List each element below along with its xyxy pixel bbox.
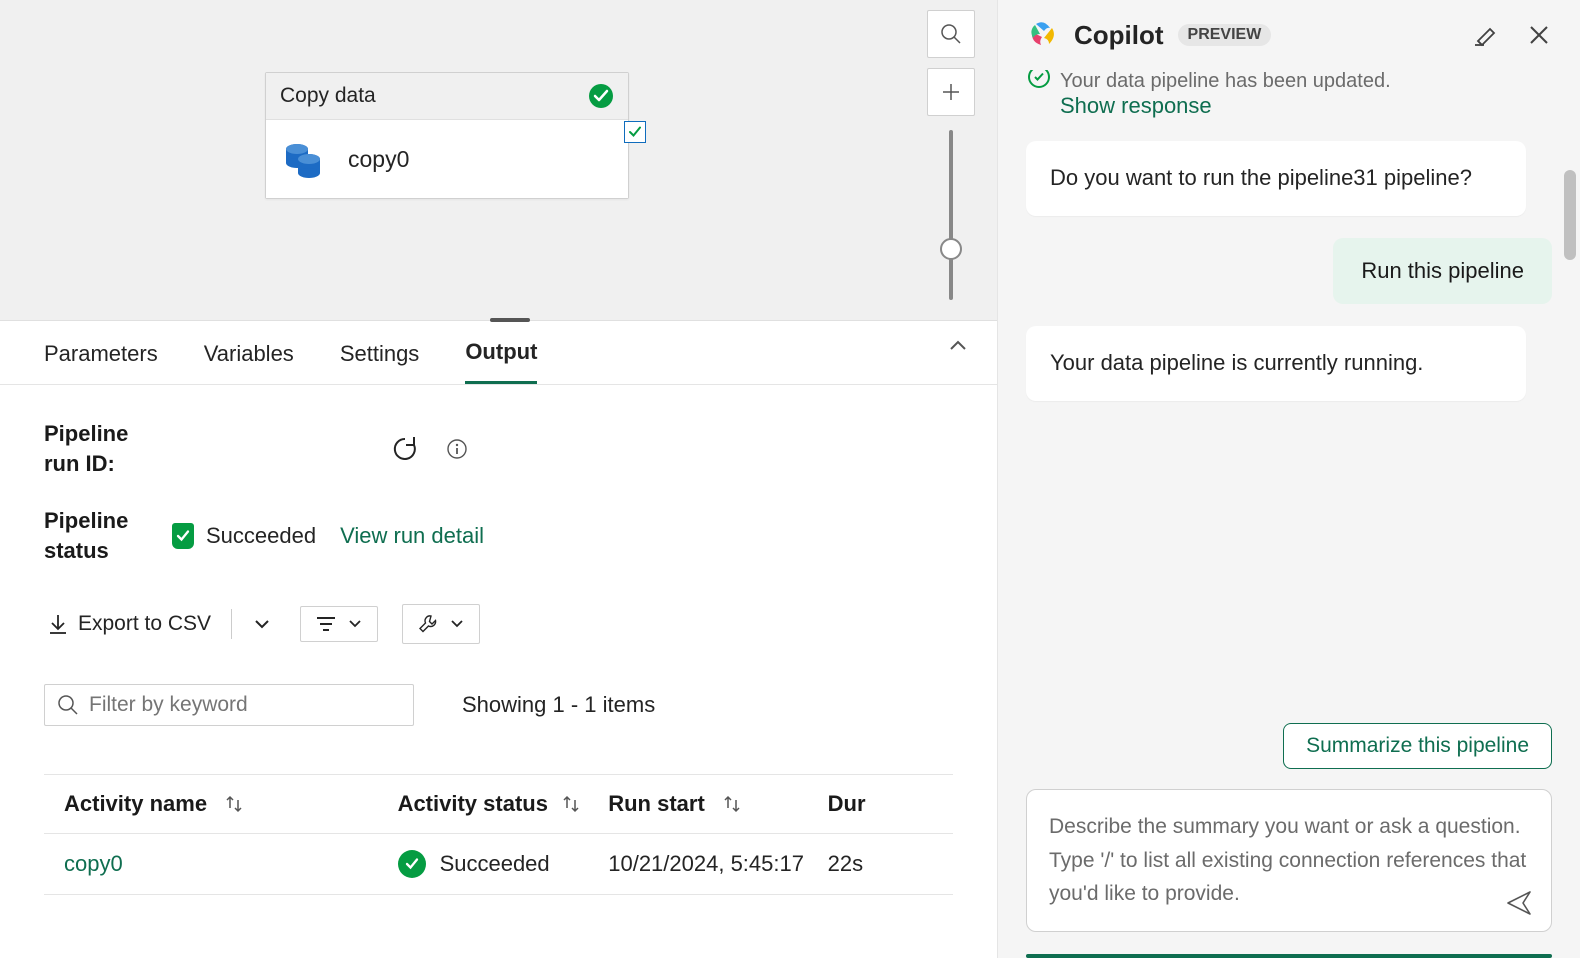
main-pane: Copy data — [0, 0, 997, 958]
sort-icon[interactable] — [723, 794, 741, 814]
show-response-link[interactable]: Show response — [1060, 93, 1391, 119]
activity-status-cell: Succeeded — [440, 851, 550, 877]
chevron-down-icon — [347, 616, 363, 632]
copilot-logo-icon — [1026, 18, 1060, 52]
properties-tabs: Parameters Variables Settings Output — [0, 321, 997, 385]
customize-columns-button[interactable] — [402, 604, 480, 644]
search-canvas-button[interactable] — [927, 10, 975, 58]
info-icon[interactable] — [446, 438, 468, 460]
view-run-detail-link[interactable]: View run detail — [340, 523, 484, 549]
send-button[interactable] — [1505, 889, 1533, 917]
status-text: Succeeded — [206, 523, 316, 549]
col-duration[interactable]: Dur — [828, 791, 866, 817]
zoom-in-button[interactable] — [927, 68, 975, 116]
table-row[interactable]: copy0 Succeeded 10/21/2024, 5:45:17 22s — [44, 834, 953, 895]
filter-keyword-input[interactable] — [89, 693, 401, 717]
status-chip: Succeeded — [172, 523, 316, 549]
properties-panel: Parameters Variables Settings Output Pip… — [0, 320, 997, 958]
success-circle-icon — [398, 850, 426, 878]
export-dropdown-button[interactable] — [248, 612, 276, 636]
filter-keyword-input-wrapper[interactable] — [44, 684, 414, 726]
pipeline-canvas[interactable]: Copy data — [0, 0, 997, 320]
export-csv-label: Export to CSV — [78, 612, 211, 636]
truncated-update-msg: Your data pipeline has been updated. — [1060, 70, 1391, 93]
filter-columns-button[interactable] — [300, 606, 378, 642]
filter-lines-icon — [315, 615, 337, 633]
suggestion-chip[interactable]: Summarize this pipeline — [1283, 723, 1552, 769]
success-connector-handle[interactable] — [624, 121, 646, 143]
copilot-header: Copilot PREVIEW — [998, 0, 1580, 70]
close-copilot-button[interactable] — [1526, 21, 1552, 49]
activity-card-header: Copy data — [266, 73, 628, 120]
chevron-down-icon — [449, 616, 465, 632]
input-progress-bar — [1026, 954, 1552, 958]
toolbar-divider — [231, 609, 232, 639]
run-id-row: Pipeline run ID: — [44, 419, 953, 478]
tab-output[interactable]: Output — [465, 339, 537, 384]
run-id-label: Pipeline run ID: — [44, 419, 154, 478]
output-body: Pipeline run ID: Pipeline status Succeed… — [0, 385, 997, 895]
tab-variables[interactable]: Variables — [204, 341, 294, 383]
sort-icon[interactable] — [225, 794, 243, 814]
preview-badge: PREVIEW — [1178, 24, 1272, 46]
showing-count: Showing 1 - 1 items — [462, 692, 655, 718]
run-start-cell: 10/21/2024, 5:45:17 — [608, 851, 804, 877]
refresh-icon[interactable] — [390, 434, 420, 464]
copy-data-activity-card[interactable]: Copy data — [265, 72, 629, 199]
assistant-message: Your data pipeline is currently running. — [1026, 326, 1526, 401]
filter-row: Showing 1 - 1 items — [44, 684, 953, 726]
zoom-slider[interactable] — [949, 130, 953, 300]
collapse-panel-button[interactable] — [947, 335, 969, 357]
assistant-message: Do you want to run the pipeline31 pipeli… — [1026, 141, 1526, 216]
col-activity-status[interactable]: Activity status — [398, 791, 548, 817]
activity-name-label: copy0 — [348, 146, 409, 173]
duration-cell: 22s — [828, 851, 863, 877]
copilot-title: Copilot — [1074, 20, 1164, 51]
shield-check-icon — [172, 523, 194, 549]
user-action-message: Run this pipeline — [1333, 238, 1552, 304]
scrollbar-thumb[interactable] — [1564, 170, 1576, 260]
table-header: Activity name Activity status Run start … — [44, 775, 953, 834]
sort-icon[interactable] — [562, 794, 580, 814]
database-copy-icon — [282, 138, 324, 180]
tab-settings[interactable]: Settings — [340, 341, 420, 383]
suggestion-row: Summarize this pipeline — [998, 723, 1580, 789]
success-status-icon — [588, 83, 614, 109]
copilot-input-placeholder: Describe the summary you want or ask a q… — [1049, 810, 1529, 911]
activity-name-cell[interactable]: copy0 — [64, 851, 123, 877]
check-circle-icon — [1028, 70, 1050, 88]
status-row: Pipeline status Succeeded View run detai… — [44, 506, 953, 565]
activities-table: Activity name Activity status Run start … — [44, 774, 953, 895]
status-message-row: Your data pipeline has been updated. Sho… — [1026, 70, 1552, 119]
export-csv-button[interactable]: Export to CSV — [44, 606, 215, 642]
copilot-panel: Copilot PREVIEW Your data pipeline has b… — [997, 0, 1580, 958]
wrench-icon — [417, 613, 439, 635]
activity-card-body: copy0 — [266, 120, 628, 198]
output-toolbar: Export to CSV — [44, 604, 953, 644]
activity-type-label: Copy data — [280, 84, 376, 108]
chat-scrollbar[interactable] — [1564, 170, 1576, 723]
search-icon — [57, 694, 79, 716]
col-run-start[interactable]: Run start — [608, 791, 705, 817]
col-activity-name[interactable]: Activity name — [64, 791, 207, 817]
download-icon — [48, 613, 68, 635]
canvas-controls — [927, 10, 975, 300]
tab-parameters[interactable]: Parameters — [44, 341, 158, 383]
copilot-input[interactable]: Describe the summary you want or ask a q… — [1026, 789, 1552, 932]
status-label: Pipeline status — [44, 506, 154, 565]
chat-area: Your data pipeline has been updated. Sho… — [998, 70, 1580, 723]
zoom-slider-thumb[interactable] — [940, 238, 962, 260]
clear-chat-button[interactable] — [1472, 21, 1500, 49]
